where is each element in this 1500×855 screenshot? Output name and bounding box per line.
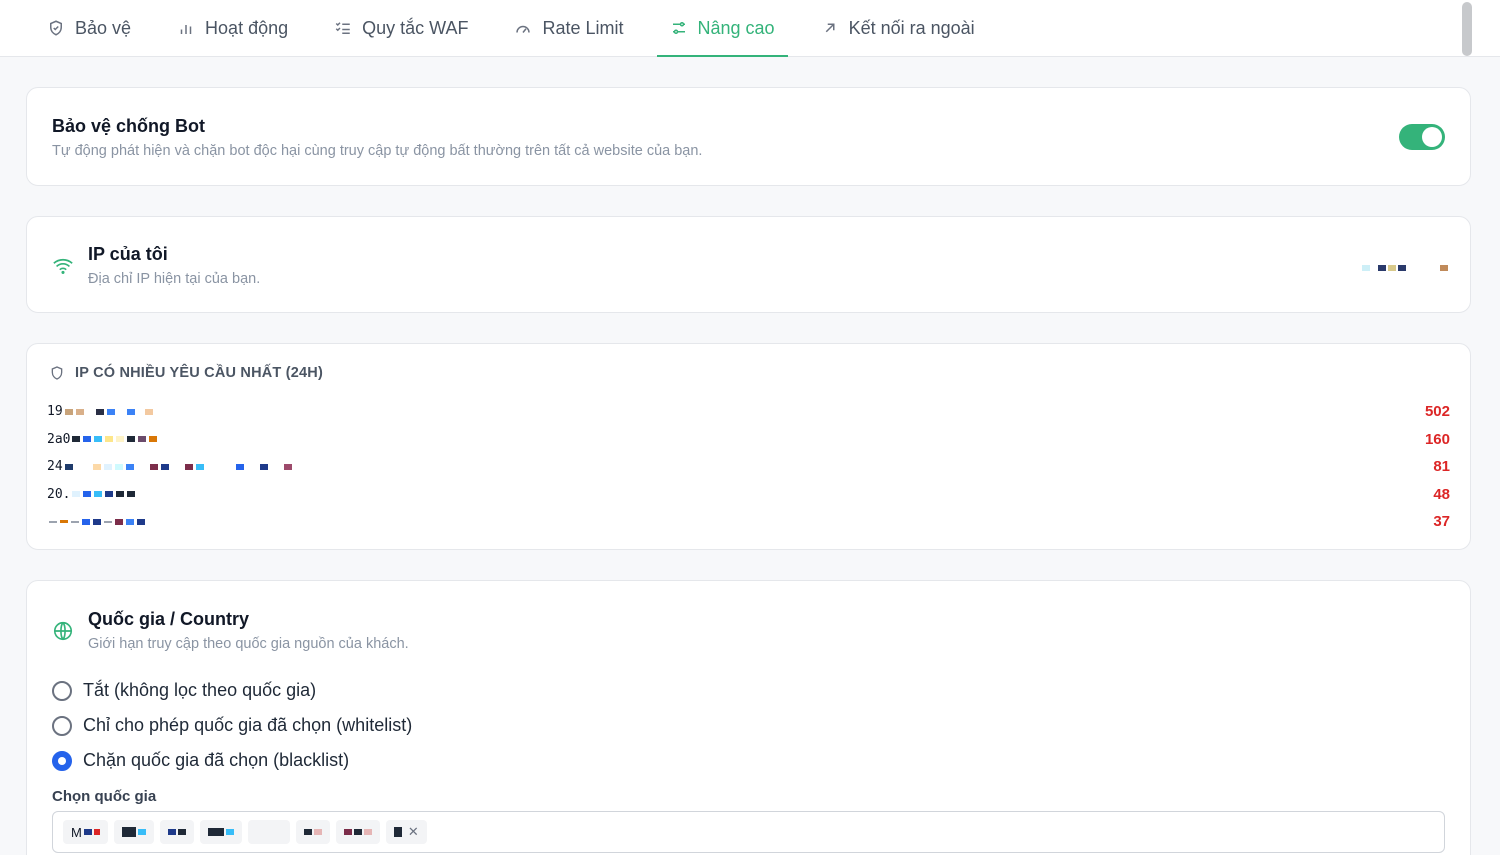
country-chip[interactable]	[295, 820, 330, 844]
tab-label: Kết nối ra ngoài	[848, 17, 975, 38]
my-ip-title: IP của tôi	[88, 244, 168, 264]
country-chip[interactable]	[199, 820, 242, 844]
radio-button[interactable]	[52, 750, 72, 771]
gauge-icon	[514, 19, 532, 37]
ip-redacted	[72, 491, 136, 498]
ip-redacted	[64, 408, 153, 415]
ip-prefix: 19	[47, 404, 63, 420]
country-chip[interactable]	[159, 820, 194, 844]
radio-button[interactable]	[52, 715, 72, 736]
ip-redacted	[64, 463, 292, 470]
list-check-icon	[334, 19, 352, 37]
top-ips-title: IP CÓ NHIỀU YÊU CẦU NHẤT (24H)	[75, 365, 323, 381]
tab-hoat-dong[interactable]: Hoạt động	[164, 0, 301, 56]
tab-label: Hoạt động	[205, 17, 289, 38]
wifi-icon	[52, 255, 74, 277]
radio-option-blacklist[interactable]: Chặn quốc gia đã chọn (blacklist)	[52, 743, 412, 778]
country-chip[interactable]: M	[63, 820, 108, 844]
country-chip[interactable]: ✕	[385, 820, 427, 844]
ip-request-count: 502	[1424, 403, 1450, 421]
country-chip[interactable]	[335, 820, 380, 844]
shield-icon	[49, 365, 65, 381]
country-chip[interactable]	[113, 820, 154, 844]
tab-ket-noi-ra-ngoai[interactable]: Kết nối ra ngoài	[808, 0, 988, 56]
arrow-up-right-icon	[821, 19, 839, 37]
ip-prefix: 2a0	[47, 431, 71, 447]
radio-button[interactable]	[52, 680, 72, 701]
country-chip[interactable]	[247, 820, 290, 844]
country-select-label: Chọn quốc gia	[52, 788, 157, 805]
bot-title: Bảo vệ chống Bot	[52, 116, 206, 136]
top-ips-card: IP CÓ NHIỀU YÊU CẦU NHẤT (24H) 19 502 2a…	[26, 343, 1471, 550]
bar-chart-icon	[177, 19, 195, 37]
ip-row[interactable]: 37	[47, 508, 1450, 536]
ip-prefix: 24	[47, 459, 63, 475]
tab-nang-cao[interactable]: Nâng cao	[656, 0, 788, 57]
radio-label: Tắt (không lọc theo quốc gia)	[83, 680, 317, 700]
close-icon[interactable]: ✕	[408, 824, 419, 840]
bot-subtitle: Tự động phát hiện và chặn bot độc hại cù…	[52, 143, 703, 159]
globe-icon	[52, 620, 74, 642]
country-title: Quốc gia / Country	[88, 609, 250, 629]
tab-bao-ve[interactable]: Bảo vệ	[34, 0, 144, 56]
shield-icon	[47, 19, 65, 37]
ip-prefix: 20.	[47, 486, 71, 502]
scrollbar-thumb[interactable]	[1462, 2, 1472, 56]
ip-row[interactable]: 24 81	[47, 453, 1450, 481]
ip-request-count: 81	[1433, 458, 1450, 476]
my-ip-subtitle: Địa chỉ IP hiện tại của bạn.	[88, 271, 261, 287]
tab-label: Bảo vệ	[75, 17, 132, 38]
my-ip-card: IP của tôi Địa chỉ IP hiện tại của bạn.	[26, 216, 1471, 313]
tab-label: Rate Limit	[542, 17, 624, 38]
radio-option-off[interactable]: Tắt (không lọc theo quốc gia)	[52, 673, 412, 708]
ip-request-count: 160	[1424, 430, 1450, 448]
sliders-icon	[670, 19, 688, 37]
country-multiselect[interactable]: M ✕	[52, 811, 1445, 853]
ip-request-count: 48	[1433, 485, 1450, 503]
chip-label: M	[71, 824, 82, 840]
tab-label: Nâng cao	[697, 17, 775, 38]
ip-redacted	[49, 518, 145, 525]
ip-row[interactable]: 20. 48	[47, 481, 1450, 509]
bot-protection-toggle[interactable]	[1399, 124, 1445, 150]
bot-protection-card: Bảo vệ chống Bot Tự động phát hiện và ch…	[26, 87, 1471, 186]
tab-quy-tac-waf[interactable]: Quy tắc WAF	[321, 0, 481, 56]
tab-bar: Bảo vệ Hoạt động Quy tắc WAF Rate Limit …	[0, 0, 1500, 57]
tab-label: Quy tắc WAF	[362, 17, 469, 38]
ip-row[interactable]: 19 502	[47, 398, 1450, 426]
radio-option-whitelist[interactable]: Chỉ cho phép quốc gia đã chọn (whitelist…	[52, 708, 412, 743]
country-mode-radio-group: Tắt (không lọc theo quốc gia) Chỉ cho ph…	[52, 673, 412, 778]
radio-label: Chặn quốc gia đã chọn (blacklist)	[83, 750, 350, 770]
country-subtitle: Giới hạn truy cập theo quốc gia nguồn củ…	[88, 636, 409, 652]
top-ips-list: 19 502 2a0 160 24 81 20. 48 37	[47, 398, 1450, 536]
ip-redacted	[72, 436, 166, 443]
toggle-knob	[1422, 127, 1442, 147]
country-card: Quốc gia / Country Giới hạn truy cập the…	[26, 580, 1471, 855]
my-ip-value-redacted	[1362, 265, 1448, 271]
tab-rate-limit[interactable]: Rate Limit	[501, 0, 636, 56]
radio-label: Chỉ cho phép quốc gia đã chọn (whitelist…	[83, 715, 413, 735]
ip-request-count: 37	[1433, 513, 1450, 531]
ip-row[interactable]: 2a0 160	[47, 426, 1450, 454]
